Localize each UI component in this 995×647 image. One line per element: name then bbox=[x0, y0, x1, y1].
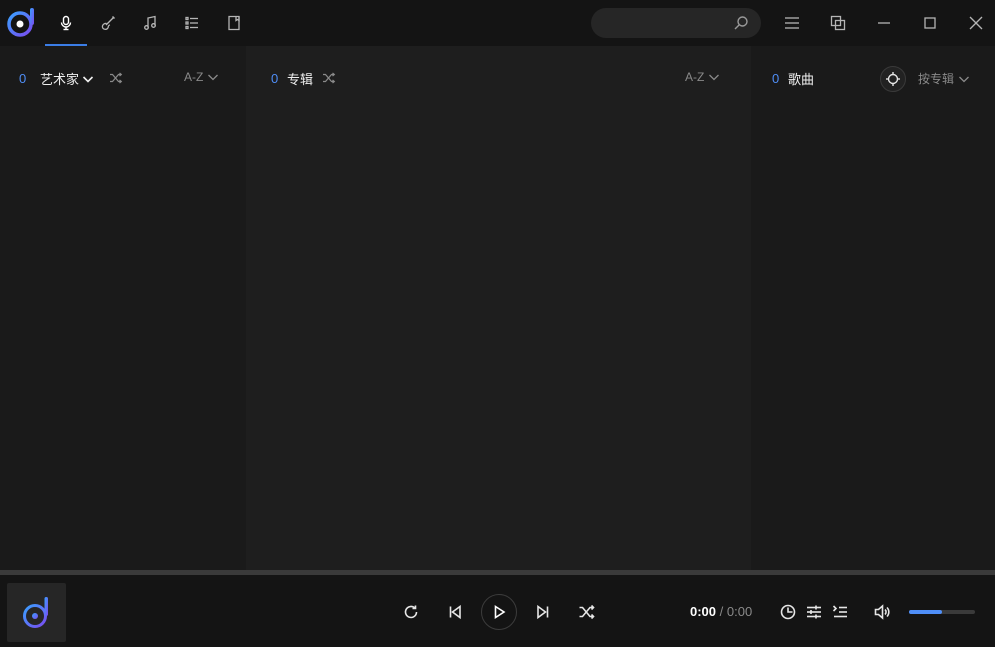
list-icon bbox=[185, 16, 198, 30]
search-box[interactable] bbox=[591, 8, 761, 38]
volume-slider[interactable] bbox=[909, 610, 975, 614]
artists-sort-dropdown[interactable]: A-Z bbox=[184, 70, 219, 84]
tab-playlists[interactable] bbox=[171, 0, 213, 46]
repeat-button[interactable] bbox=[398, 599, 424, 625]
maximize-button[interactable] bbox=[907, 0, 953, 46]
top-bar bbox=[0, 0, 995, 46]
playlist-queue-button[interactable] bbox=[827, 599, 853, 625]
volume-icon bbox=[874, 604, 890, 620]
search-icon[interactable] bbox=[733, 15, 749, 31]
tab-songs[interactable] bbox=[129, 0, 171, 46]
shuffle-artists-icon[interactable] bbox=[109, 71, 123, 85]
volume-slider-fill bbox=[909, 610, 942, 614]
time-display: 0:00 / 0:00 bbox=[690, 604, 752, 619]
songs-title: 歌曲 bbox=[788, 69, 814, 88]
menu-icon bbox=[785, 17, 799, 29]
shuffle-icon bbox=[579, 604, 595, 620]
search-input[interactable] bbox=[605, 8, 725, 38]
shuffle-button[interactable] bbox=[574, 599, 600, 625]
artists-title-dropdown[interactable]: 艺术家 bbox=[40, 69, 94, 88]
songs-panel: 0 歌曲 按专辑 bbox=[751, 46, 995, 570]
albums-title-label: 专辑 bbox=[287, 73, 314, 88]
maximize-icon bbox=[924, 17, 936, 29]
chevron-down-icon bbox=[959, 76, 969, 82]
app-logo-icon bbox=[7, 8, 34, 37]
volume-button[interactable] bbox=[869, 599, 895, 625]
songs-title-label: 歌曲 bbox=[788, 73, 815, 88]
play-icon bbox=[494, 605, 506, 619]
skip-next-icon bbox=[537, 604, 549, 620]
tab-folders[interactable] bbox=[213, 0, 255, 46]
chevron-down-icon bbox=[82, 75, 94, 83]
songs-count: 0 bbox=[772, 71, 780, 86]
crosshair-icon bbox=[886, 72, 900, 86]
music-note-icon bbox=[144, 15, 156, 30]
songs-sort-dropdown[interactable]: 按专辑 bbox=[918, 70, 970, 87]
artists-sort-label: A-Z bbox=[184, 70, 204, 84]
albums-sort-label: A-Z bbox=[685, 70, 705, 84]
close-button[interactable] bbox=[953, 0, 995, 46]
chevron-down-icon bbox=[709, 74, 720, 81]
tab-albums[interactable] bbox=[87, 0, 129, 46]
minimize-button[interactable] bbox=[861, 0, 907, 46]
previous-button[interactable] bbox=[442, 599, 468, 625]
main-menu-button[interactable] bbox=[769, 0, 815, 46]
equalizer-button[interactable] bbox=[801, 599, 827, 625]
playlist-queue-icon bbox=[832, 605, 847, 618]
locate-current-button[interactable] bbox=[880, 66, 906, 92]
timer-icon bbox=[780, 604, 796, 620]
next-button[interactable] bbox=[530, 599, 556, 625]
albums-panel: 0 专辑 A-Z bbox=[246, 46, 751, 570]
albums-title: 专辑 bbox=[287, 69, 313, 88]
time-total: 0:00 bbox=[726, 604, 753, 619]
skip-previous-icon bbox=[449, 604, 461, 620]
repeat-icon bbox=[404, 605, 418, 619]
minimize-icon bbox=[878, 22, 890, 24]
guitar-icon bbox=[101, 16, 115, 31]
tab-artists[interactable] bbox=[45, 0, 87, 46]
songs-sort-label: 按专辑 bbox=[918, 72, 955, 86]
artists-count: 0 bbox=[19, 71, 27, 86]
album-cover[interactable] bbox=[7, 583, 66, 642]
player-bar: 0:00 / 0:00 bbox=[0, 575, 995, 647]
microphone-icon bbox=[60, 15, 72, 31]
mini-mode-icon bbox=[830, 15, 846, 31]
time-current: 0:00 bbox=[690, 604, 717, 619]
mini-mode-button[interactable] bbox=[815, 0, 861, 46]
time-separator: / bbox=[719, 604, 724, 619]
artists-panel: 0 艺术家 A-Z bbox=[0, 46, 246, 570]
sleep-timer-button[interactable] bbox=[775, 599, 801, 625]
play-button[interactable] bbox=[481, 594, 517, 630]
albums-count: 0 bbox=[271, 71, 279, 86]
close-icon bbox=[969, 16, 983, 30]
albums-sort-dropdown[interactable]: A-Z bbox=[685, 70, 720, 84]
shuffle-albums-icon[interactable] bbox=[322, 71, 336, 85]
document-icon bbox=[228, 15, 240, 31]
chevron-down-icon bbox=[208, 74, 219, 81]
app-logo-icon bbox=[22, 596, 48, 628]
artists-title: 艺术家 bbox=[40, 73, 80, 88]
equalizer-icon bbox=[807, 605, 821, 619]
